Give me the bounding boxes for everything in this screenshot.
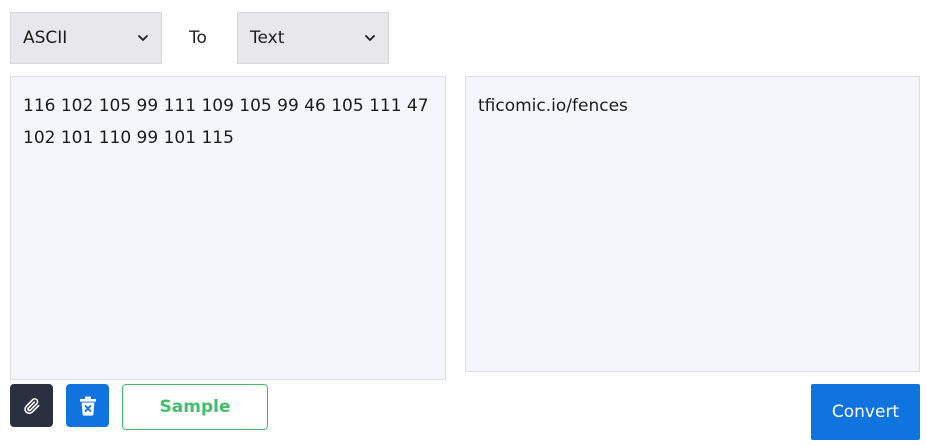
from-format-value: ASCII <box>23 28 68 48</box>
clear-button[interactable] <box>66 384 109 427</box>
to-format-select[interactable]: Text <box>237 12 389 64</box>
output-text: tficomic.io/fences <box>478 96 628 116</box>
input-text: 116 102 105 99 111 109 105 99 46 105 111… <box>23 96 429 148</box>
chevron-down-icon <box>138 35 148 41</box>
paperclip-icon <box>23 397 39 414</box>
sample-button[interactable]: Sample <box>122 384 268 430</box>
trash-icon <box>79 396 96 416</box>
output-textarea[interactable]: tficomic.io/fences <box>465 76 920 372</box>
input-textarea[interactable]: 116 102 105 99 111 109 105 99 46 105 111… <box>10 76 446 380</box>
ascii-to-text-converter: ASCII To Text 116 102 105 99 111 109 105… <box>0 0 926 446</box>
to-label: To <box>189 28 207 48</box>
from-format-select[interactable]: ASCII <box>10 12 162 64</box>
convert-button[interactable]: Convert <box>811 384 920 440</box>
attach-file-button[interactable] <box>10 384 53 427</box>
to-format-value: Text <box>250 28 285 48</box>
chevron-down-icon <box>365 35 375 41</box>
